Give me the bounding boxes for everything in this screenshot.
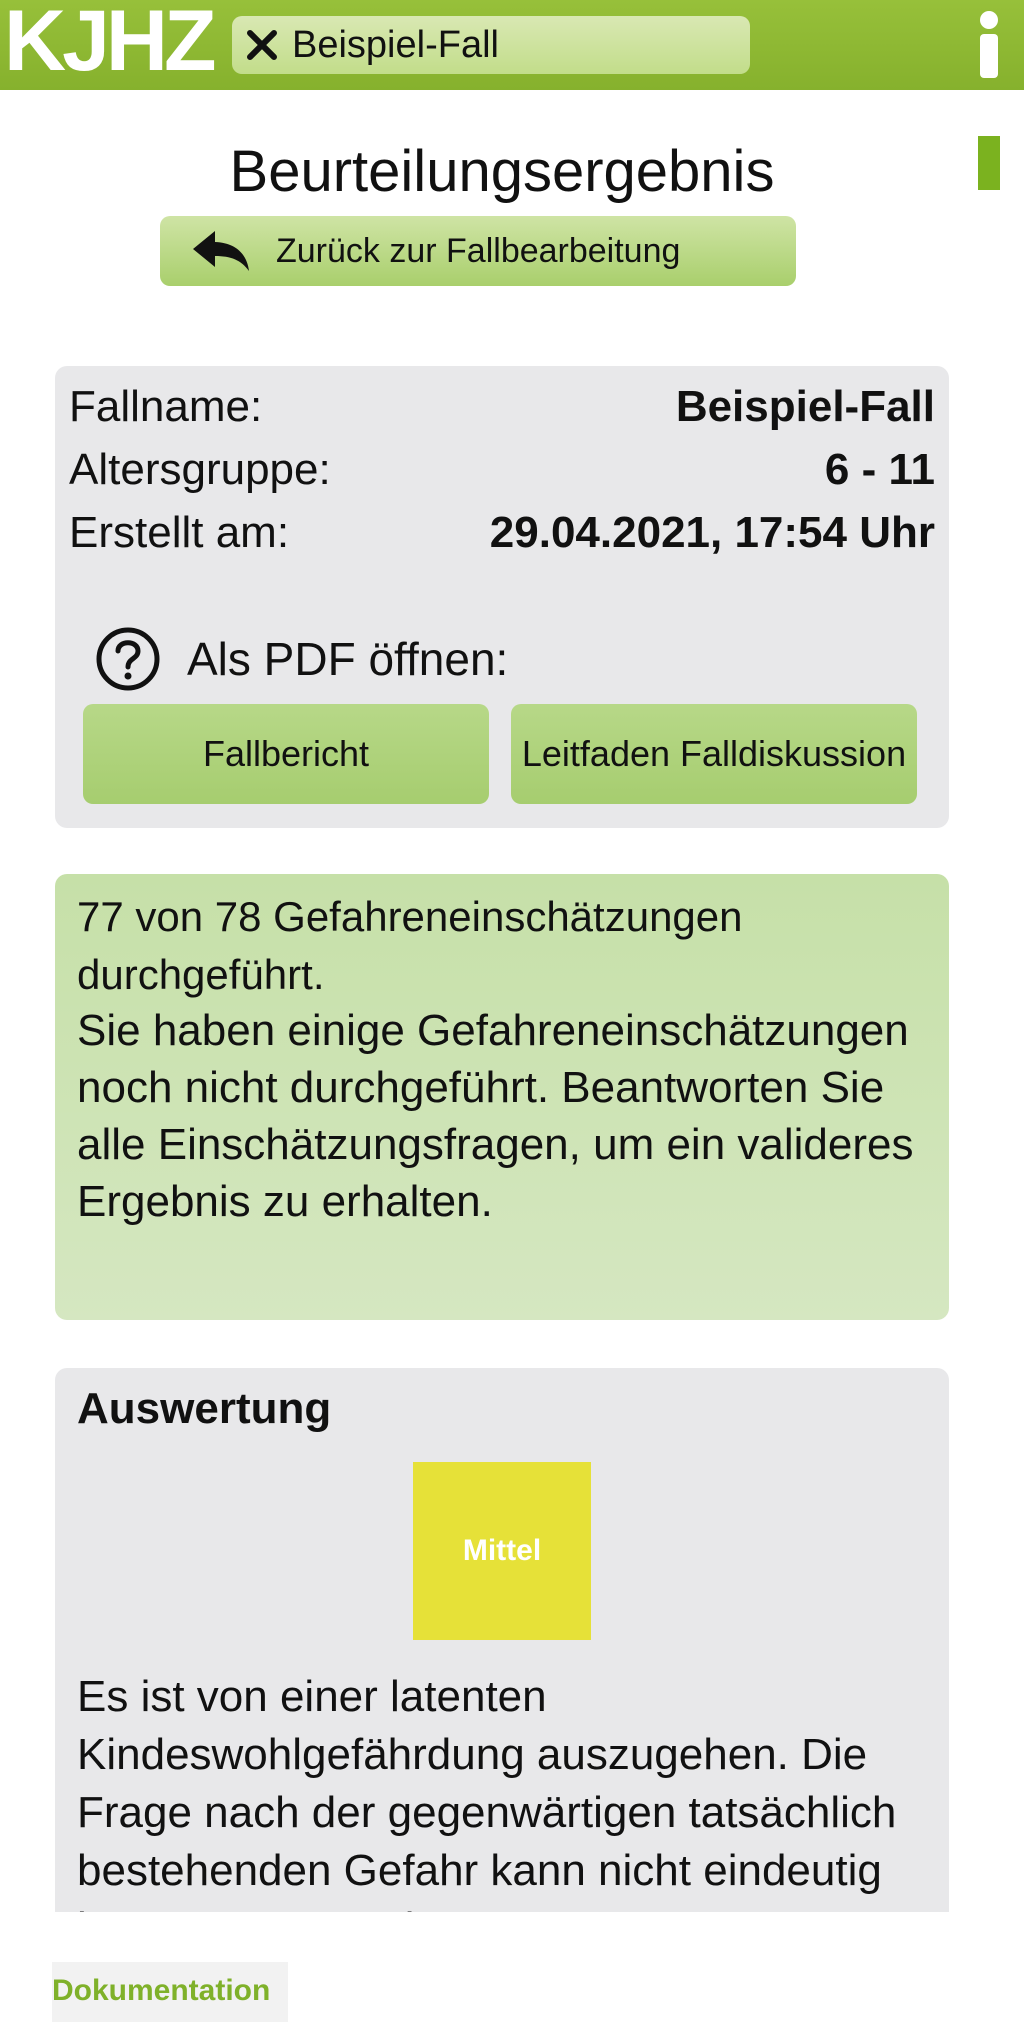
case-report-pdf-button[interactable]: Fallbericht bbox=[83, 704, 489, 804]
notice-headline: 77 von 78 Gefahreneinschätzungen durchge… bbox=[77, 893, 743, 998]
case-info-card: Fallname: Beispiel-Fall Altersgruppe: 6 … bbox=[55, 366, 949, 828]
info-icon[interactable] bbox=[974, 10, 1004, 80]
case-tab[interactable]: Beispiel-Fall bbox=[232, 16, 750, 74]
notice-text: Sie haben einige Gefahreneinschätzungen … bbox=[77, 1006, 914, 1226]
page-title: Beurteilungsergebnis bbox=[229, 139, 775, 204]
case-name-label: Fallname: bbox=[69, 382, 263, 431]
age-group-label: Altersgruppe: bbox=[69, 445, 331, 494]
evaluation-heading: Auswertung bbox=[77, 1384, 332, 1433]
content-viewport[interactable]: Beurteilungsergebnis Zurück zur Fallbear… bbox=[0, 90, 1024, 1912]
help-icon[interactable] bbox=[95, 626, 161, 692]
pdf-open-label: Als PDF öffnen: bbox=[187, 633, 509, 685]
back-button-label: Zurück zur Fallbearbeitung bbox=[276, 231, 681, 270]
tab-documentation[interactable]: Dokumentation bbox=[52, 1962, 288, 2022]
created-value: 29.04.2021, 17:54 Uhr bbox=[489, 508, 935, 557]
evaluation-text: Es ist von einer latenten Kindeswohlgefä… bbox=[77, 1672, 897, 1912]
created-label: Erstellt am: bbox=[69, 508, 290, 557]
top-bar: KJHZ Beispiel-Fall bbox=[0, 0, 1024, 90]
created-row: Erstellt am: 29.04.2021, 17:54 Uhr bbox=[69, 502, 935, 564]
back-arrow-icon bbox=[176, 229, 266, 273]
risk-level-badge: Mittel bbox=[413, 1462, 591, 1640]
pdf-open-line: Als PDF öffnen: bbox=[95, 624, 508, 694]
bottom-tab-bar: Dokumentation bbox=[0, 1912, 1024, 2022]
case-name-value: Beispiel-Fall bbox=[675, 382, 935, 431]
back-to-case-button[interactable]: Zurück zur Fallbearbeitung bbox=[160, 216, 796, 286]
evaluation-card: Auswertung Mittel Es ist von einer laten… bbox=[55, 1368, 949, 1912]
case-name-row: Fallname: Beispiel-Fall bbox=[69, 376, 935, 438]
age-group-value: 6 - 11 bbox=[824, 445, 935, 494]
case-tab-label: Beispiel-Fall bbox=[292, 23, 499, 66]
close-icon[interactable] bbox=[232, 28, 292, 62]
app-logo: KJHZ bbox=[4, 0, 217, 89]
discussion-guide-pdf-button[interactable]: Leitfaden Falldiskussion bbox=[511, 704, 917, 804]
incomplete-assessment-notice: 77 von 78 Gefahreneinschätzungen durchge… bbox=[55, 874, 949, 1320]
age-group-row: Altersgruppe: 6 - 11 bbox=[69, 439, 935, 501]
